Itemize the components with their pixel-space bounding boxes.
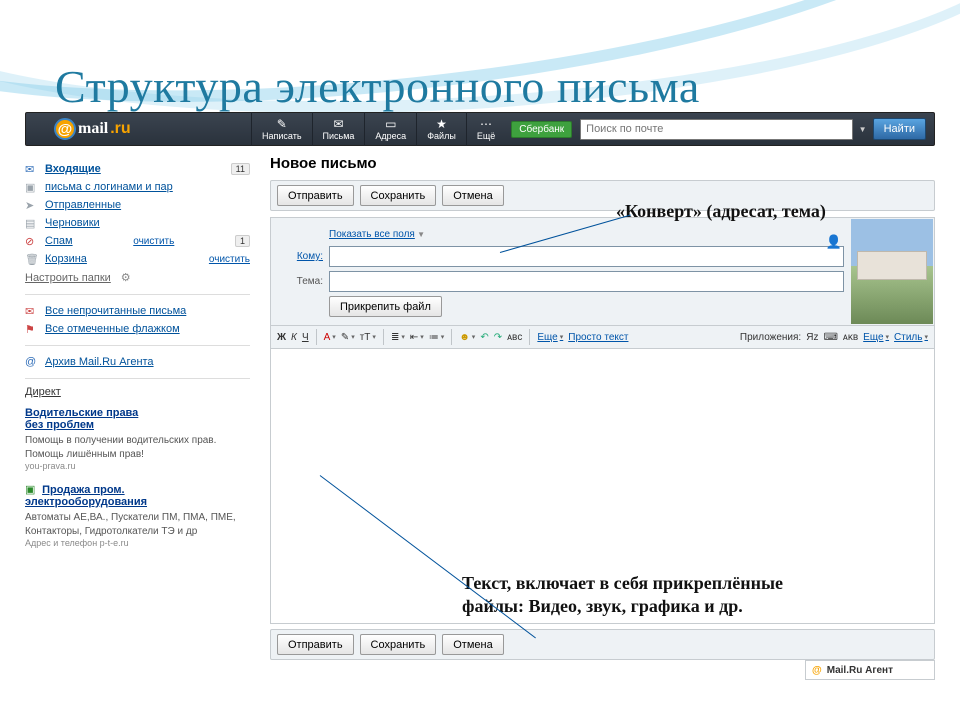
envelope-icon: ✉: [25, 163, 39, 175]
block-icon: ⊘: [25, 235, 39, 247]
slide-title: Структура электронного письма: [55, 60, 700, 113]
at-icon: @: [812, 665, 822, 676]
ad1-line1[interactable]: Водительские права: [25, 407, 138, 419]
search-input[interactable]: [580, 119, 852, 140]
logo-mail: mail: [78, 120, 108, 138]
virtual-kb-button[interactable]: ᴀᴋʙ: [843, 332, 858, 343]
compose-title: Новое письмо: [270, 155, 935, 172]
redo-button[interactable]: ↷: [494, 332, 502, 343]
ad1-url[interactable]: you-prava.ru: [25, 461, 250, 471]
bg-color-button[interactable]: ✎▾: [341, 332, 355, 343]
at-icon: @: [25, 356, 39, 368]
nav-mail[interactable]: ✉Письма: [312, 112, 365, 146]
page-icon: ▤: [25, 217, 39, 229]
show-all-fields[interactable]: Показать все поля: [329, 229, 415, 240]
folder-icon: ▣: [25, 181, 39, 193]
nav-write[interactable]: ✎Написать: [251, 112, 312, 146]
book-icon: ▭: [385, 118, 396, 130]
save-button-bottom[interactable]: Сохранить: [360, 634, 437, 655]
trash-icon: 🗑: [25, 253, 39, 265]
ad1-line2[interactable]: без проблем: [25, 419, 94, 431]
folder-drafts[interactable]: ▤Черновики: [25, 214, 250, 232]
folder-sent[interactable]: ➤Отправленные: [25, 196, 250, 214]
to-label[interactable]: Кому:: [279, 251, 323, 262]
folder-logins[interactable]: ▣письма с логинами и пар: [25, 178, 250, 196]
emoji-button[interactable]: ☻▾: [459, 332, 475, 343]
italic-button[interactable]: К: [291, 332, 297, 343]
card-thumbnail[interactable]: [851, 219, 933, 324]
ad2-url[interactable]: Адрес и телефон p-t-e.ru: [25, 538, 250, 548]
send-button-bottom[interactable]: Отправить: [277, 634, 354, 655]
subject-label: Тема:: [279, 276, 323, 287]
keyboard-button[interactable]: ⌨: [823, 332, 837, 343]
flag-icon: ⚑: [25, 323, 39, 335]
folder-sidebar: ✉Входящие11 ▣письма с логинами и пар ➤От…: [25, 160, 250, 548]
search-button[interactable]: Найти: [873, 118, 926, 140]
dots-icon: ⋯: [480, 118, 492, 130]
at-icon: @: [54, 118, 76, 140]
agent-bar[interactable]: @Mail.Ru Агент: [805, 660, 935, 680]
trash-clear[interactable]: очистить: [209, 254, 250, 265]
nav-more[interactable]: ⋯Ещё: [466, 112, 505, 146]
editor-toolbar: Ж К Ч A▾ ✎▾ тТ▾ ≣▾ ⇤▾ ≔▾ ☻▾ ↶ ↷ ᴀʙᴄ Еще▾…: [270, 326, 935, 349]
folders-settings[interactable]: Настроить папки⚙: [25, 268, 250, 287]
to-input[interactable]: [329, 246, 844, 267]
folder-spam[interactable]: ⊘Спамочистить1: [25, 232, 250, 250]
bold-button[interactable]: Ж: [277, 332, 286, 343]
contacts-icon[interactable]: 👤: [826, 234, 842, 250]
attach-button[interactable]: Прикрепить файл: [329, 296, 442, 317]
envelope-panel: Показать все поля ▼ Кому: 👤 Тема: Прикре…: [270, 217, 935, 326]
arrow-right-icon: ➤: [25, 199, 39, 211]
ad2-line2[interactable]: электрооборудования: [25, 496, 147, 508]
send-button[interactable]: Отправить: [277, 185, 354, 206]
plain-text-toggle[interactable]: Просто текст: [568, 332, 628, 343]
apps-label: Приложения:: [740, 332, 801, 343]
align-button[interactable]: ≣▾: [391, 332, 405, 343]
sberbank-button[interactable]: Сбербанк: [511, 121, 572, 138]
cancel-button-bottom[interactable]: Отмена: [442, 634, 503, 655]
annotation-envelope: «Конверт» (адресат, тема): [616, 200, 826, 223]
save-button[interactable]: Сохранить: [360, 185, 437, 206]
list-button[interactable]: ≔▾: [429, 332, 445, 343]
folder-trash[interactable]: 🗑Корзинаочистить: [25, 250, 250, 268]
envelope-icon: ✉: [25, 305, 39, 317]
gear-icon: ⚙: [121, 271, 131, 284]
folder-inbox[interactable]: ✉Входящие11: [25, 160, 250, 178]
search-dropdown-icon[interactable]: ▼: [859, 125, 867, 134]
compose-actions-top: Отправить Сохранить Отмена: [270, 180, 935, 211]
logo-ru: .ru: [110, 120, 130, 138]
ad2-line1[interactable]: Продажа пром.: [42, 484, 125, 496]
font-size-button[interactable]: тТ▾: [360, 332, 376, 343]
filter-unread[interactable]: ✉Все непрочитанные письма: [25, 302, 250, 320]
envelope-icon: ✉: [333, 118, 343, 130]
spam-clear[interactable]: очистить: [133, 236, 174, 247]
inbox-count: 11: [231, 163, 250, 175]
font-color-button[interactable]: A▾: [324, 332, 336, 343]
filter-flagged[interactable]: ⚑Все отмеченные флажком: [25, 320, 250, 338]
style-menu[interactable]: Стиль▾: [894, 332, 928, 343]
mailru-logo[interactable]: @ mail .ru: [26, 118, 251, 140]
annotation-body: Текст, включает в себя прикреплённые фай…: [462, 572, 832, 617]
underline-button[interactable]: Ч: [302, 332, 309, 343]
nav-addresses[interactable]: ▭Адреса: [364, 112, 416, 146]
app-toolbar: @ mail .ru ✎Написать ✉Письма ▭Адреса ★Фа…: [25, 112, 935, 146]
compose-actions-bottom: Отправить Сохранить Отмена: [270, 629, 935, 660]
spam-count: 1: [235, 235, 250, 247]
translit-button[interactable]: Яᴢ: [806, 332, 818, 343]
pencil-icon: ✎: [277, 118, 287, 130]
star-icon: ★: [436, 118, 447, 130]
indent-button[interactable]: ⇤▾: [410, 332, 424, 343]
spell-button[interactable]: ᴀʙᴄ: [507, 332, 522, 343]
more-tools[interactable]: Еще▾: [537, 332, 563, 343]
undo-button[interactable]: ↶: [480, 332, 488, 343]
subject-input[interactable]: [329, 271, 844, 292]
ad2-text: Автоматы АЕ,ВА., Пускатели ПМ, ПМА, ПМЕ,…: [25, 511, 250, 538]
cart-icon: ▣: [25, 483, 39, 495]
more-apps[interactable]: Еще▾: [863, 332, 889, 343]
cancel-button[interactable]: Отмена: [442, 185, 503, 206]
ad1-text: Помощь в получении водительских прав. По…: [25, 434, 250, 461]
nav-files[interactable]: ★Файлы: [416, 112, 466, 146]
direct-heading[interactable]: Директ: [25, 386, 61, 398]
agent-archive[interactable]: @Архив Mail.Ru Агента: [25, 353, 250, 371]
